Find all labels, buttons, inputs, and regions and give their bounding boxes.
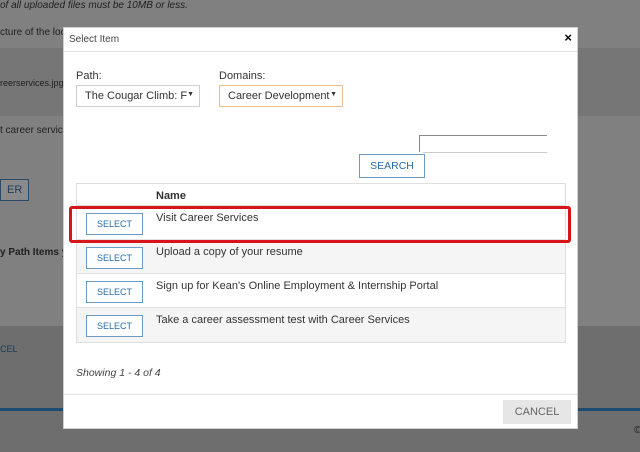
search-field-border xyxy=(419,135,547,136)
cancel-button[interactable]: CANCEL xyxy=(503,400,571,424)
chevron-down-icon: ▼ xyxy=(187,91,194,98)
background-file-name: reerservices.jpg xyxy=(0,78,64,88)
path-select-value: The Cougar Climb: F xyxy=(85,90,188,102)
background-path-items-heading: y Path Items y xyxy=(0,247,68,258)
dialog-header: Select Item × xyxy=(64,28,577,52)
footer-divider xyxy=(64,394,577,395)
domains-select[interactable]: Career Development ▼ xyxy=(219,85,343,107)
path-label: Path: xyxy=(76,70,102,82)
domains-label: Domains: xyxy=(219,70,266,82)
search-button[interactable]: SEARCH xyxy=(359,154,425,178)
select-button[interactable]: SELECT xyxy=(86,281,143,303)
search-field-border-left xyxy=(419,135,420,152)
table-row: SELECT Sign up for Kean's Online Employm… xyxy=(77,274,565,308)
row-highlight-annotation xyxy=(69,206,571,243)
name-column-header: Name xyxy=(156,190,186,202)
background-cancel-link[interactable]: CEL xyxy=(0,344,18,354)
select-button[interactable]: SELECT xyxy=(86,315,143,337)
table-row: SELECT Upload a copy of your resume xyxy=(77,240,565,274)
background-button[interactable]: ER xyxy=(0,179,30,201)
dialog-title: Select Item xyxy=(69,34,120,45)
table-row: SELECT Take a career assessment test wit… xyxy=(77,308,565,342)
copyright-mark: © xyxy=(634,425,640,436)
path-select[interactable]: The Cougar Climb: F ▼ xyxy=(76,85,200,107)
item-name: Sign up for Kean's Online Employment & I… xyxy=(156,280,439,292)
results-count: Showing 1 - 4 of 4 xyxy=(76,367,161,379)
table-header: Name xyxy=(77,184,565,206)
upload-size-note: of all uploaded files must be 10MB or le… xyxy=(0,0,188,11)
search-field-underline[interactable] xyxy=(423,152,547,153)
background-structure-text: cture of the loc xyxy=(0,27,66,38)
item-name: Upload a copy of your resume xyxy=(156,246,303,258)
background-career-text: t career servic xyxy=(0,125,63,136)
chevron-down-icon: ▼ xyxy=(330,91,337,98)
select-button[interactable]: SELECT xyxy=(86,247,143,269)
close-icon[interactable]: × xyxy=(564,30,572,45)
item-name: Take a career assessment test with Caree… xyxy=(156,314,410,326)
domains-select-value: Career Development xyxy=(228,90,330,102)
